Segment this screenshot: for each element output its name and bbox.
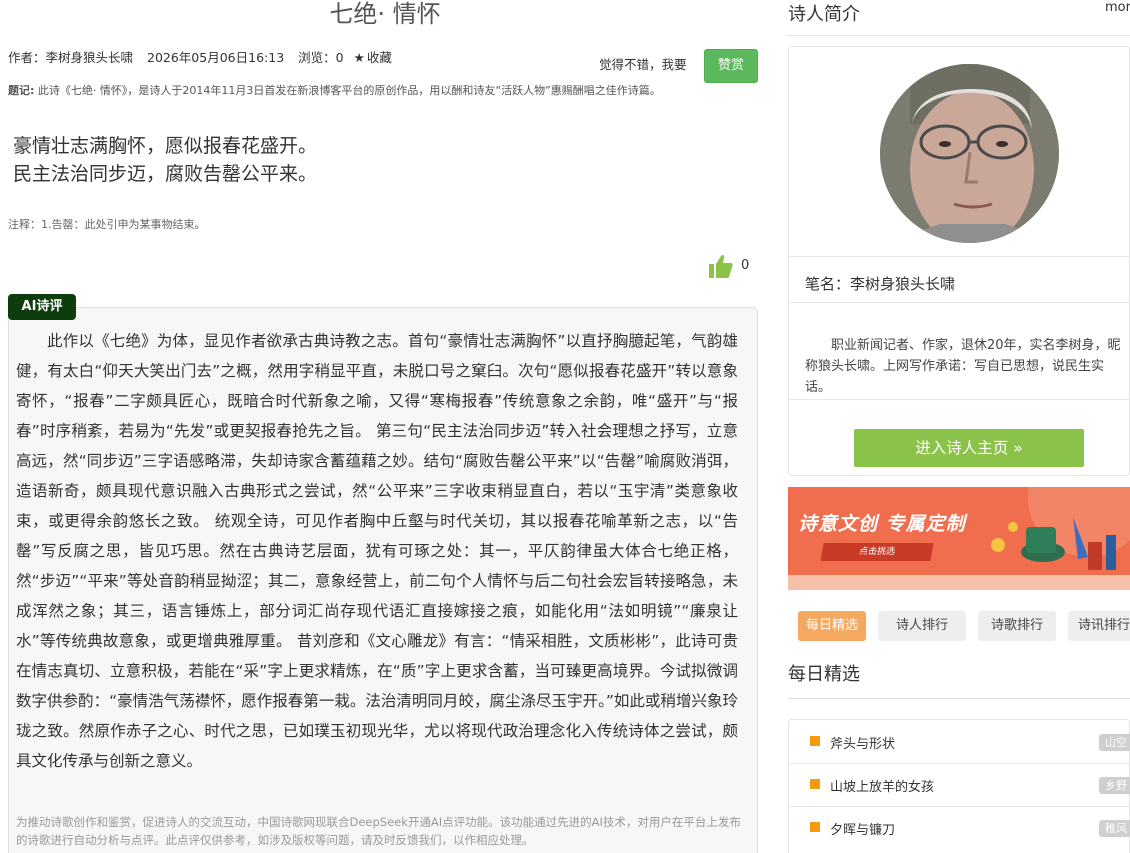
poem-line: 豪情壮志满胸怀，愿似报春花盛开。: [13, 135, 318, 157]
list-item[interactable]: 夕晖与镰刀 稚风: [789, 806, 1130, 849]
publish-datetime: 2026年05月06日16:13: [147, 50, 285, 65]
favorite-link[interactable]: 收藏: [367, 50, 392, 65]
praise-button[interactable]: 赞赏: [704, 49, 758, 83]
divider: [789, 399, 1130, 400]
thumbs-up-icon: [709, 254, 733, 278]
item-author-tag[interactable]: 乡野: [1099, 777, 1130, 794]
inscription-text: 此诗《七绝· 情怀》，是诗人于2014年11月3日首发在新浪博客平台的原创作品，…: [37, 84, 661, 97]
item-author-tag[interactable]: 稚风: [1099, 820, 1130, 837]
avatar-portrait: [880, 64, 1059, 243]
item-title[interactable]: 斧头与形状: [830, 733, 895, 752]
daily-picks-title: 每日精选: [788, 664, 860, 685]
list-item[interactable]: 斧头与形状 山空: [789, 720, 1130, 763]
divider: [788, 35, 1130, 36]
banner-subtitle: 点击挑选: [820, 543, 934, 561]
poem-meta: 作者：李树身狼头长啸 2026年05月06日16:13 浏览：0 ★ 收藏: [8, 50, 402, 66]
promo-banner[interactable]: 诗意文创 专属定制 点击挑选: [788, 487, 1130, 590]
ai-review-disclaimer: 为推动诗歌创作和鉴赏，促进诗人的交流互动，中国诗歌网现联合DeepSeek开通A…: [16, 815, 741, 847]
tab-poem-rank[interactable]: 诗歌排行: [978, 611, 1056, 641]
divider: [788, 698, 1130, 699]
poem-section: 七绝· 情怀 作者：李树身狼头长啸 2026年05月06日16:13 浏览：0 ★…: [0, 0, 770, 853]
bullet-icon: [810, 822, 820, 832]
divider: [789, 302, 1130, 303]
bullet-icon: [810, 736, 820, 746]
daily-picks-list: 斧头与形状 山空 山坡上放羊的女孩 乡野 夕晖与镰刀 稚风: [788, 719, 1130, 853]
poet-home-button[interactable]: 进入诗人主页 »: [854, 429, 1084, 467]
list-item[interactable]: 山坡上放羊的女孩 乡野: [789, 763, 1130, 806]
ai-review-text: 此作以《七绝》为体，显见作者欲承古典诗教之志。首句“豪情壮志满胸怀”以直抒胸臆起…: [16, 332, 738, 770]
poem-inscription: 题记: 此诗《七绝· 情怀》，是诗人于2014年11月3日首发在新浪博客平台的原…: [8, 84, 661, 98]
like-count: 0: [741, 258, 750, 273]
poem-body: 豪情壮志满胸怀，愿似报春花盛开。 民主法治同步迈，腐败告罄公平来。: [13, 132, 317, 188]
praise-prompt: 觉得不错，我要: [599, 57, 687, 72]
item-title[interactable]: 山坡上放羊的女孩: [830, 776, 934, 795]
item-author-tag[interactable]: 山空: [1099, 734, 1130, 751]
banner-title: 诗意文创 专属定制: [798, 513, 966, 535]
more-link[interactable]: more: [1105, 0, 1130, 15]
view-count: 浏览：0: [298, 50, 344, 65]
like-button[interactable]: 0: [709, 253, 769, 281]
divider: [789, 256, 1130, 257]
star-icon[interactable]: ★: [354, 50, 365, 65]
banner-illustration: [788, 487, 1130, 590]
sidebar: 诗人简介 more 笔名：李树身狼头长啸 职业新闻记者、作家，退休20年，实名李…: [788, 0, 1130, 853]
poet-intro-title: 诗人简介: [788, 4, 860, 25]
tab-news-rank[interactable]: 诗讯排行: [1068, 611, 1130, 641]
bullet-icon: [810, 779, 820, 789]
avatar[interactable]: [880, 64, 1059, 243]
poem-annotation: 注释：1.告罄：此处引申为某事物结束。: [8, 218, 206, 231]
ai-review-badge: AI诗评: [8, 294, 76, 320]
poet-profile-card: 笔名：李树身狼头长啸 职业新闻记者、作家，退休20年，实名李树身，昵称狼头长啸。…: [788, 46, 1130, 476]
author-link[interactable]: 作者：李树身狼头长啸: [8, 50, 133, 65]
poet-bio: 职业新闻记者、作家，退休20年，实名李树身，昵称狼头长啸。上网写作承诺：写自已思…: [805, 338, 1121, 395]
poem-line: 民主法治同步迈，腐败告罄公平来。: [13, 163, 318, 185]
tab-poet-rank[interactable]: 诗人排行: [878, 611, 966, 641]
tab-daily[interactable]: 每日精选: [798, 611, 866, 641]
poem-title: 七绝· 情怀: [329, 0, 441, 28]
pen-name: 笔名：李树身狼头长啸: [805, 275, 956, 293]
inscription-label: 题记:: [8, 84, 35, 97]
item-title[interactable]: 夕晖与镰刀: [830, 819, 895, 838]
